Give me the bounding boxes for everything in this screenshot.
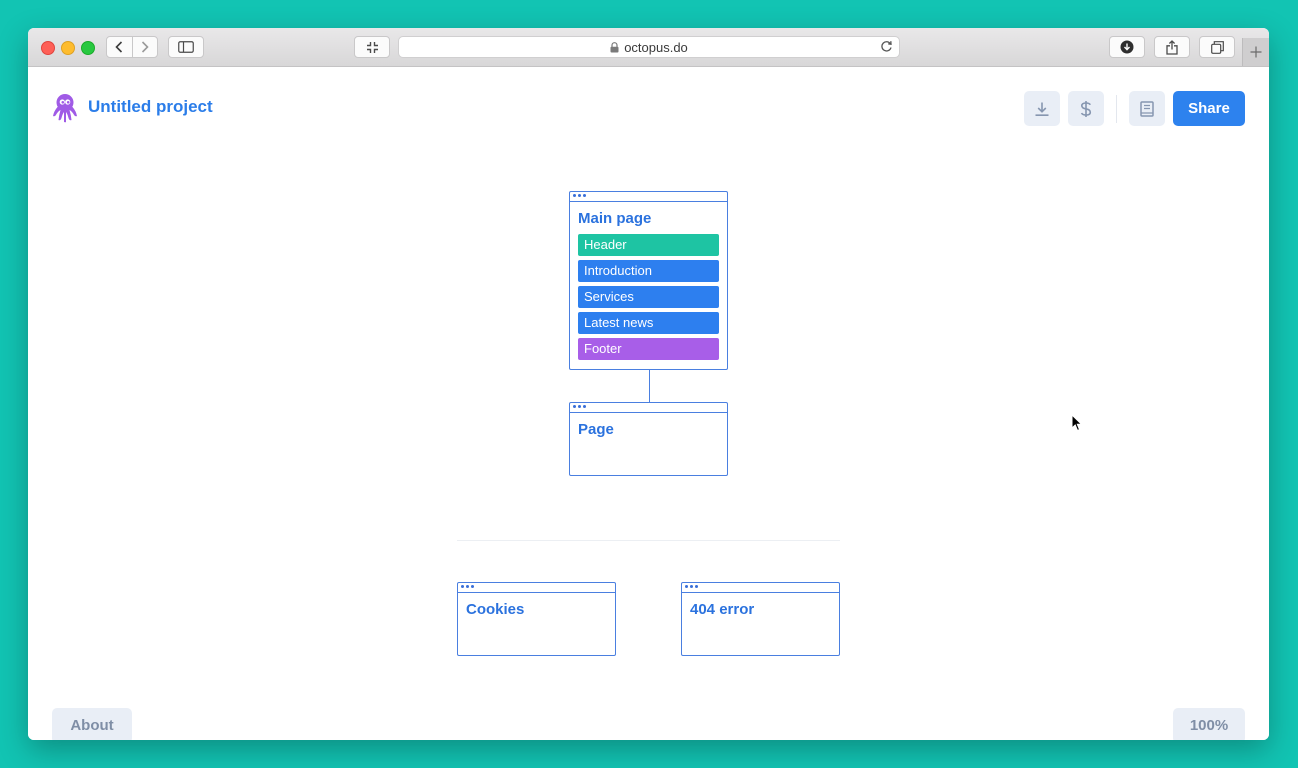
mouse-pointer-icon <box>1071 413 1083 437</box>
back-button[interactable] <box>107 37 132 57</box>
fullscreen-button[interactable] <box>354 36 390 58</box>
sitemap-card-404-error[interactable]: 404 error <box>681 582 840 656</box>
download-circle-icon <box>1120 40 1134 54</box>
reload-icon[interactable] <box>880 40 893 56</box>
card-window-bar <box>570 403 727 413</box>
card-title[interactable]: Page <box>578 421 614 438</box>
block-introduction[interactable]: Introduction <box>578 260 719 282</box>
chevron-right-icon <box>141 41 149 53</box>
sidebar-icon <box>178 41 194 53</box>
address-bar[interactable]: octopus.do <box>398 36 900 58</box>
project-title[interactable]: Untitled project <box>88 97 213 117</box>
pricing-button[interactable] <box>1068 91 1104 126</box>
zoom-level-button[interactable]: 100% <box>1173 708 1245 740</box>
collapse-arrows-icon <box>366 41 378 53</box>
share-icon <box>1166 39 1178 55</box>
lock-icon <box>610 41 619 53</box>
share-sheet-button[interactable] <box>1154 36 1190 58</box>
block-latest-news[interactable]: Latest news <box>578 312 719 334</box>
sidebar-toggle-button[interactable] <box>168 36 204 58</box>
plus-icon <box>1250 46 1262 58</box>
export-button[interactable] <box>1024 91 1060 126</box>
chevron-left-icon <box>115 41 123 53</box>
browser-window: octopus.do Untitled project Share Main p… <box>28 28 1269 740</box>
card-window-bar <box>570 192 727 202</box>
forward-button[interactable] <box>131 37 158 57</box>
sitemap-card-cookies[interactable]: Cookies <box>457 582 616 656</box>
app-content: Untitled project Share Main page Header … <box>28 67 1269 740</box>
zoom-window-button[interactable] <box>81 41 95 55</box>
card-title[interactable]: Cookies <box>466 601 524 618</box>
new-tab-button[interactable] <box>1242 38 1269 66</box>
sitemap-card-main-page[interactable]: Main page Header Introduction Services L… <box>569 191 728 370</box>
block-header[interactable]: Header <box>578 234 719 256</box>
minimize-window-button[interactable] <box>61 41 75 55</box>
tree-connector-line <box>649 369 650 402</box>
octopus-logo-icon[interactable] <box>52 93 78 128</box>
about-button[interactable]: About <box>52 708 132 740</box>
card-window-bar <box>458 583 615 593</box>
browser-titlebar: octopus.do <box>28 28 1269 67</box>
toolbar-divider <box>1116 95 1117 123</box>
block-services[interactable]: Services <box>578 286 719 308</box>
downloads-button[interactable] <box>1109 36 1145 58</box>
share-button[interactable]: Share <box>1173 91 1245 126</box>
tab-overview-button[interactable] <box>1199 36 1235 58</box>
book-icon <box>1140 100 1154 117</box>
card-title[interactable]: Main page <box>578 210 651 227</box>
close-window-button[interactable] <box>41 41 55 55</box>
guide-button[interactable] <box>1129 91 1165 126</box>
block-footer[interactable]: Footer <box>578 338 719 360</box>
tabs-icon <box>1210 40 1224 54</box>
sitemap-card-page[interactable]: Page <box>569 402 728 476</box>
dollar-icon <box>1080 100 1092 117</box>
section-divider <box>457 540 840 541</box>
download-icon <box>1035 102 1049 116</box>
card-title[interactable]: 404 error <box>690 601 754 618</box>
url-text: octopus.do <box>624 39 688 55</box>
history-nav <box>106 36 158 58</box>
card-window-bar <box>682 583 839 593</box>
